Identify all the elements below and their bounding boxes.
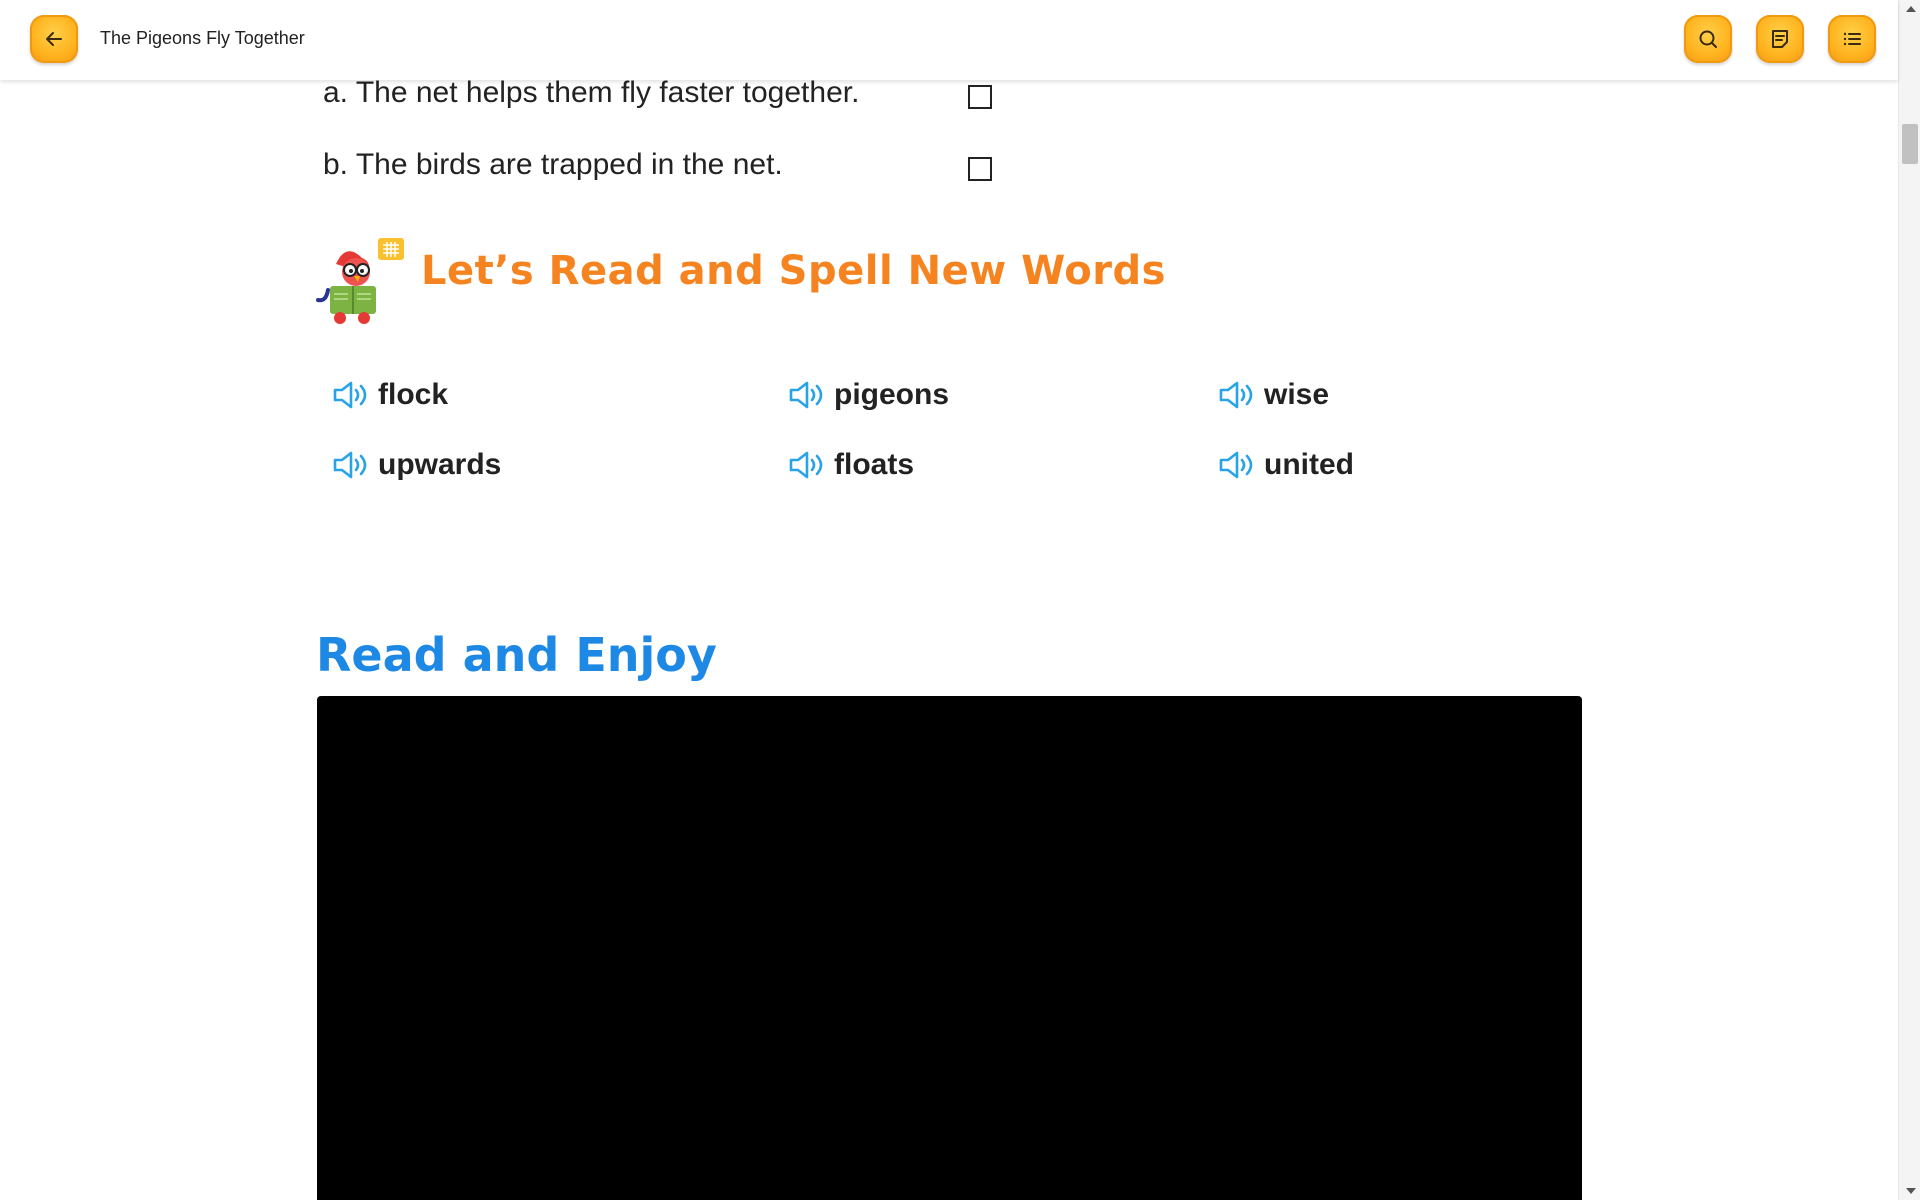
read-and-enjoy-heading: Read and Enjoy (316, 628, 717, 682)
speaker-icon[interactable] (332, 449, 370, 481)
scroll-down-arrow-icon[interactable] (1906, 1188, 1916, 1194)
scroll-up-arrow-icon[interactable] (1906, 6, 1916, 12)
video-player[interactable] (317, 696, 1582, 1200)
quiz-option-b-checkbox[interactable] (968, 157, 992, 181)
speaker-icon[interactable] (1218, 379, 1256, 411)
word-label: wise (1264, 378, 1330, 411)
word-wise[interactable]: wise (1218, 378, 1329, 412)
top-bar: The Pigeons Fly Together (0, 0, 1898, 80)
word-pigeons[interactable]: pigeons (788, 378, 949, 412)
speaker-icon[interactable] (1218, 449, 1256, 481)
word-label: flock (378, 378, 449, 411)
speaker-icon[interactable] (332, 379, 370, 411)
speaker-icon[interactable] (788, 379, 826, 411)
word-flock[interactable]: flock (332, 378, 448, 412)
menu-button[interactable] (1828, 15, 1876, 63)
word-label: united (1264, 448, 1354, 481)
quiz-option-a-checkbox[interactable] (968, 85, 992, 109)
reading-bird-mascot-icon (316, 238, 404, 324)
search-button[interactable] (1684, 15, 1732, 63)
quiz-option-b: b. The birds are trapped in the net. (323, 148, 783, 181)
word-floats[interactable]: floats (788, 448, 914, 482)
notes-button[interactable] (1756, 15, 1804, 63)
quiz-option-a: a. The net helps them fly faster togethe… (323, 76, 860, 109)
word-label: floats (834, 448, 915, 481)
back-button[interactable] (30, 15, 78, 63)
word-united[interactable]: united (1218, 448, 1354, 482)
scrollbar-thumb[interactable] (1902, 124, 1918, 164)
list-menu-icon (1843, 32, 1861, 46)
speaker-icon[interactable] (788, 449, 826, 481)
notes-icon (1772, 30, 1788, 48)
page-title: The Pigeons Fly Together (100, 28, 305, 48)
search-icon (1699, 30, 1717, 48)
word-label: pigeons (834, 378, 950, 411)
new-words-heading: Let’s Read and Spell New Words (421, 248, 1166, 294)
vertical-scrollbar[interactable] (1898, 0, 1920, 1200)
word-label: upwards (378, 448, 502, 481)
word-upwards[interactable]: upwards (332, 448, 501, 482)
arrow-left-icon (46, 32, 62, 46)
